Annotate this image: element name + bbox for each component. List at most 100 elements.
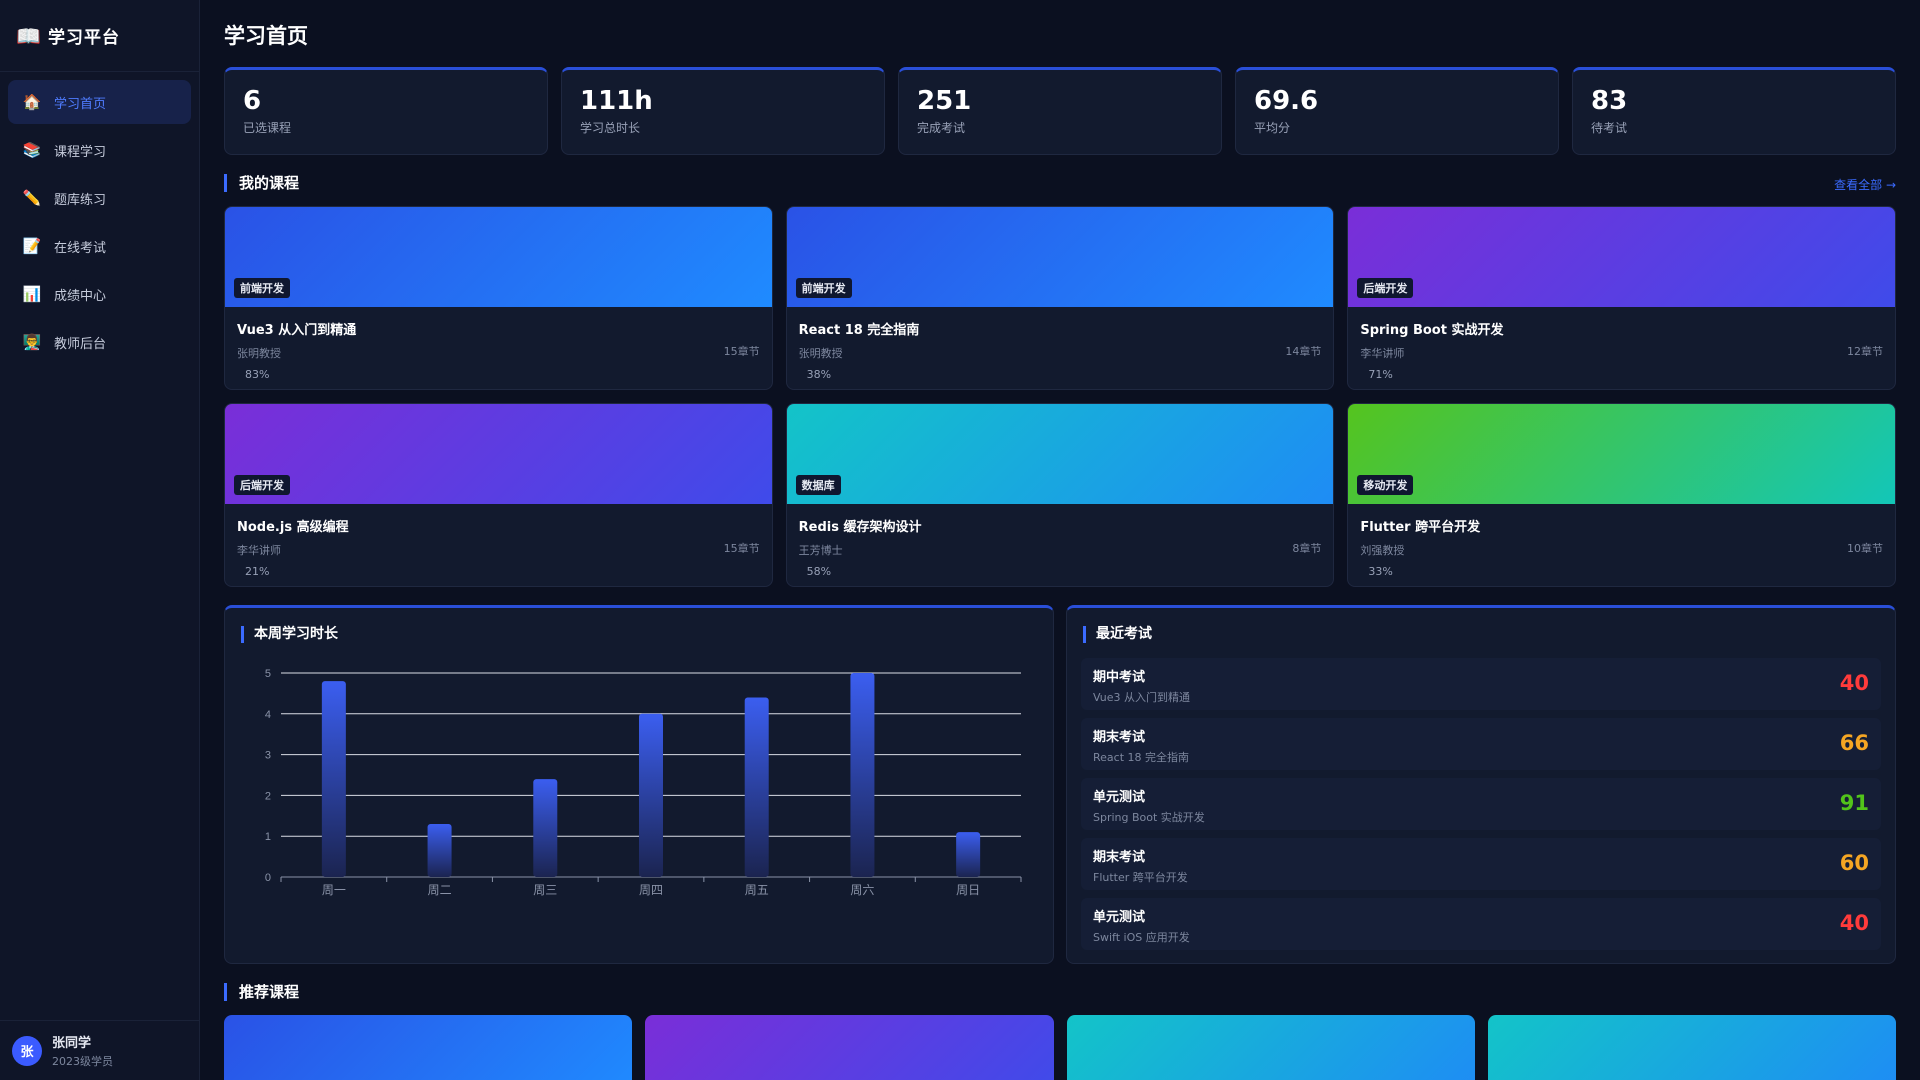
course-card[interactable]: 后端开发 Node.js 高级编程 李华讲师 15章节 21%	[224, 403, 773, 587]
exam-score: 66	[1839, 731, 1869, 755]
stat-label: 学习总时长	[580, 121, 641, 135]
stat-value: 6	[243, 86, 262, 116]
sidebar-nav: 🏠 学习首页 📚 课程学习 ✏️ 题库练习 📝 在线考试 📊 成绩中心 👨‍🏫 …	[0, 72, 199, 376]
course-chapters: 8章节	[1292, 542, 1322, 555]
sidebar-item-question-bank[interactable]: ✏️ 题库练习	[8, 176, 191, 220]
bar	[321, 681, 346, 877]
recommended-course-card[interactable]	[224, 1015, 633, 1080]
course-name: React 18 完全指南	[798, 323, 920, 338]
sidebar-item-home[interactable]: 🏠 学习首页	[8, 80, 191, 124]
memo-icon: 📝	[22, 237, 42, 255]
weekly-study-chart: 0 1 2 3 4 5 周一 周二 周三 周四 周五 周六 周日	[265, 668, 1022, 897]
course-teacher: 王芳博士	[798, 544, 843, 557]
recommended-course-card[interactable]	[1487, 1015, 1896, 1080]
pencil-icon: ✏️	[22, 189, 42, 207]
house-icon: 🏠	[22, 93, 42, 111]
brand[interactable]: 📖 学习平台	[0, 0, 199, 72]
sidebar-item-online-exam[interactable]: 📝 在线考试	[8, 224, 191, 268]
stat-card-average-score: 69.6 平均分	[1235, 67, 1559, 155]
course-name: Node.js 高级编程	[237, 520, 349, 535]
sidebar-item-teacher-admin[interactable]: 👨‍🏫 教师后台	[8, 320, 191, 364]
course-chapters: 14章节	[1285, 345, 1322, 358]
y-tick-label: 5	[265, 668, 271, 680]
recommended-courses	[224, 1015, 1896, 1080]
exam-item[interactable]: 期末考试 React 18 完全指南 66	[1081, 718, 1881, 770]
y-tick-label: 0	[265, 872, 271, 884]
course-tag: 后端开发	[1357, 278, 1414, 298]
exam-item[interactable]: 期末考试 Flutter 跨平台开发 60	[1081, 838, 1881, 890]
x-tick-label: 周四	[639, 883, 663, 897]
exam-score: 40	[1839, 911, 1869, 935]
stat-card-pending-exams: 83 待考试	[1572, 67, 1896, 155]
recommended-title: 推荐课程	[224, 983, 299, 1001]
course-card[interactable]: 前端开发 React 18 完全指南 张明教授 14章节 38%	[785, 206, 1335, 390]
course-teacher: 张明教授	[237, 347, 281, 360]
exam-item[interactable]: 单元测试 Swift iOS 应用开发 40	[1081, 898, 1881, 950]
recommended-course-card[interactable]	[1066, 1015, 1475, 1080]
sidebar-item-label: 课程学习	[54, 144, 107, 160]
weekly-study-title: 本周学习时长	[241, 626, 338, 643]
exam-name: 单元测试	[1093, 910, 1146, 925]
stat-value: 111h	[580, 86, 653, 116]
x-tick-label: 周三	[533, 883, 557, 897]
course-tag: 数据库	[795, 475, 841, 495]
page-title: 学习首页	[224, 24, 308, 48]
course-cover: 前端开发	[225, 207, 772, 307]
stats-row: 6 已选课程 111h 学习总时长 251 完成考试 69.6 平均分 83 待…	[224, 67, 1896, 155]
recent-exams-panel: 最近考试 期中考试 Vue3 从入门到精通 40 期末考试 React 18 完…	[1066, 605, 1896, 964]
weekly-study-panel: 本周学习时长 0 1 2 3 4 5 周一 周二 周三 周四 周五 周六 周日	[224, 605, 1054, 964]
exam-name: 期中考试	[1093, 670, 1146, 685]
user-name: 张同学	[52, 1036, 92, 1051]
bar	[533, 779, 558, 877]
exam-item[interactable]: 单元测试 Spring Boot 实战开发 91	[1081, 778, 1881, 830]
recommended-course-card[interactable]	[645, 1015, 1054, 1080]
course-name: Redis 缓存架构设计	[798, 520, 922, 535]
exam-name: 单元测试	[1093, 790, 1146, 805]
course-tag: 前端开发	[795, 278, 852, 298]
course-tag: 前端开发	[234, 278, 290, 298]
stat-card-courses: 6 已选课程	[224, 67, 548, 155]
stat-label: 待考试	[1591, 121, 1628, 135]
stat-card-completed-exams: 251 完成考试	[898, 67, 1222, 155]
course-cover: 前端开发	[786, 207, 1334, 307]
sidebar-item-label: 在线考试	[54, 240, 107, 256]
course-card[interactable]: 数据库 Redis 缓存架构设计 王芳博士 8章节 58%	[785, 403, 1335, 587]
bar	[850, 673, 875, 877]
stat-card-study-time: 111h 学习总时长	[561, 67, 885, 155]
course-progress: 21%	[245, 565, 270, 578]
stat-label: 平均分	[1254, 121, 1291, 135]
course-teacher: 张明教授	[798, 347, 843, 360]
course-progress: 38%	[806, 368, 832, 381]
exam-item[interactable]: 期中考试 Vue3 从入门到精通 40	[1081, 658, 1881, 710]
exam-course: Vue3 从入门到精通	[1093, 691, 1191, 704]
sidebar-item-label: 教师后台	[54, 336, 107, 352]
user-profile[interactable]: 张 张同学 2023级学员	[0, 1020, 200, 1080]
y-tick-label: 2	[265, 790, 271, 802]
course-card[interactable]: 移动开发 Flutter 跨平台开发 刘强教授 10章节 33%	[1347, 403, 1896, 587]
sidebar-item-label: 题库练习	[54, 192, 107, 208]
stat-value: 251	[917, 86, 972, 116]
exam-score: 91	[1839, 791, 1869, 815]
exam-score: 40	[1839, 671, 1869, 695]
y-tick-label: 4	[265, 709, 271, 721]
stat-label: 已选课程	[243, 121, 292, 135]
x-tick-label: 周日	[956, 883, 980, 897]
bar	[427, 823, 452, 877]
exam-course: Swift iOS 应用开发	[1093, 931, 1190, 944]
course-name: Flutter 跨平台开发	[1360, 520, 1481, 535]
course-tag: 移动开发	[1357, 475, 1414, 495]
course-cover: 移动开发	[1348, 404, 1895, 504]
course-chapters: 15章节	[723, 345, 760, 358]
course-progress: 83%	[245, 368, 270, 381]
view-all-link[interactable]: 查看全部 →	[1834, 176, 1896, 193]
course-teacher: 李华讲师	[1360, 347, 1405, 360]
sidebar-item-courses[interactable]: 📚 课程学习	[8, 128, 191, 172]
course-cover: 后端开发	[225, 404, 772, 504]
course-card[interactable]: 后端开发 Spring Boot 实战开发 李华讲师 12章节 71%	[1347, 206, 1896, 390]
my-courses-title: 我的课程	[224, 174, 299, 192]
course-chapters: 15章节	[723, 542, 760, 555]
sidebar-item-grades[interactable]: 📊 成绩中心	[8, 272, 191, 316]
course-card[interactable]: 前端开发 Vue3 从入门到精通 张明教授 15章节 83%	[224, 206, 773, 390]
exam-course: Spring Boot 实战开发	[1093, 811, 1205, 824]
bar	[744, 697, 769, 877]
